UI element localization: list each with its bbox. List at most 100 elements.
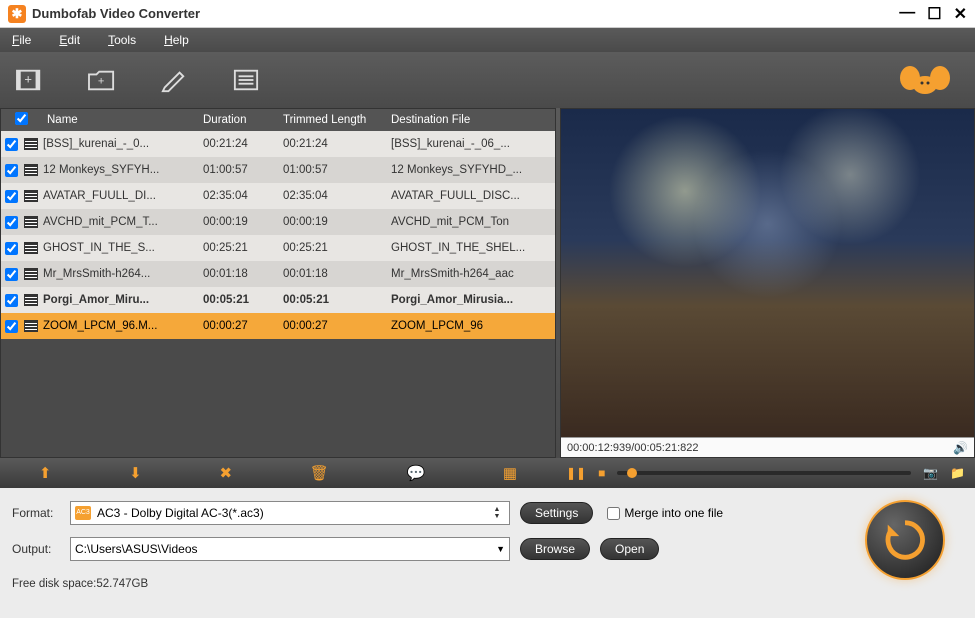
pencil-icon [159, 67, 189, 93]
row-duration: 01:00:57 [199, 164, 279, 176]
pause-button[interactable]: ❚❚ [566, 466, 586, 480]
row-filename: GHOST_IN_THE_S... [41, 242, 199, 254]
preview-panel: 00:00:12:939/00:05:21:822 🔊 [560, 108, 975, 458]
col-duration[interactable]: Duration [199, 114, 279, 126]
row-duration: 00:01:18 [199, 268, 279, 280]
table-row[interactable]: [BSS]_kurenai_-_0...00:21:2400:21:24[BSS… [1, 131, 555, 157]
list-icon [231, 67, 261, 93]
bottom-panel: Format: AC3 AC3 - Dolby Digital AC-3(*.a… [0, 488, 975, 618]
format-combo[interactable]: AC3 AC3 - Dolby Digital AC-3(*.ac3) ▲▼ [70, 501, 510, 525]
snapshot-folder-button[interactable]: 📁 [950, 466, 965, 480]
add-folder-button[interactable]: + [84, 64, 120, 96]
row-filename: AVATAR_FUULL_DI... [41, 190, 199, 202]
col-name[interactable]: Name [41, 114, 199, 126]
clear-button[interactable]: 🗑 [310, 464, 329, 482]
table-row[interactable]: Mr_MrsSmith-h264...00:01:1800:01:18Mr_Mr… [1, 261, 555, 287]
row-checkbox[interactable] [5, 242, 18, 255]
row-checkbox[interactable] [5, 294, 18, 307]
add-file-icon: + [15, 67, 45, 93]
filmstrip-icon [24, 216, 38, 228]
output-dropdown-icon[interactable]: ▼ [496, 544, 505, 554]
move-down-button[interactable]: ⬇ [129, 464, 142, 482]
table-row[interactable]: AVATAR_FUULL_DI...02:35:0402:35:04AVATAR… [1, 183, 555, 209]
row-checkbox[interactable] [5, 190, 18, 203]
output-label: Output: [12, 542, 70, 556]
row-destination: AVATAR_FUULL_DISC... [387, 190, 555, 202]
row-duration: 00:00:27 [199, 320, 279, 332]
row-checkbox[interactable] [5, 164, 18, 177]
convert-button[interactable] [865, 500, 945, 580]
table-row[interactable]: 12 Monkeys_SYFYH...01:00:5701:00:5712 Mo… [1, 157, 555, 183]
file-table: Name Duration Trimmed Length Destination… [0, 108, 556, 458]
titlebar: ✱ Dumbofab Video Converter — ☐ ✕ [0, 0, 975, 28]
col-destination[interactable]: Destination File [387, 114, 555, 126]
filmstrip-icon [24, 320, 38, 332]
format-value: AC3 - Dolby Digital AC-3(*.ac3) [97, 506, 483, 520]
close-button[interactable]: ✕ [954, 4, 967, 24]
open-button[interactable]: Open [600, 538, 659, 560]
row-checkbox[interactable] [5, 320, 18, 333]
stop-button[interactable]: ■ [598, 466, 605, 480]
row-destination: GHOST_IN_THE_SHEL... [387, 242, 555, 254]
row-duration: 02:35:04 [199, 190, 279, 202]
row-duration: 00:00:19 [199, 216, 279, 228]
row-checkbox[interactable] [5, 216, 18, 229]
row-filename: [BSS]_kurenai_-_0... [41, 138, 199, 150]
table-row[interactable]: AVCHD_mit_PCM_T...00:00:1900:00:19AVCHD_… [1, 209, 555, 235]
maximize-button[interactable]: ☐ [927, 4, 941, 24]
row-filename: ZOOM_LPCM_96.M... [41, 320, 199, 332]
row-trimmed: 00:00:27 [279, 320, 387, 332]
row-trimmed: 00:21:24 [279, 138, 387, 150]
row-filename: Porgi_Amor_Miru... [41, 294, 199, 306]
filmstrip-icon [24, 242, 38, 254]
menu-file[interactable]: File [12, 33, 31, 47]
row-trimmed: 00:25:21 [279, 242, 387, 254]
row-destination: ZOOM_LPCM_96 [387, 320, 555, 332]
menubar: File Edit Tools Help [0, 28, 975, 52]
filmstrip-icon [24, 268, 38, 280]
format-spin[interactable]: ▲▼ [489, 506, 505, 520]
split-button[interactable]: ▦ [503, 464, 517, 482]
svg-text:+: + [24, 72, 32, 87]
output-value: C:\Users\ASUS\Videos [75, 542, 490, 556]
browse-button[interactable]: Browse [520, 538, 590, 560]
row-checkbox[interactable] [5, 138, 18, 151]
row-trimmed: 02:35:04 [279, 190, 387, 202]
info-button[interactable]: 💬 [407, 464, 426, 482]
snapshot-button[interactable]: 📷 [923, 466, 938, 480]
row-checkbox[interactable] [5, 268, 18, 281]
minimize-button[interactable]: — [899, 4, 915, 24]
menu-edit[interactable]: Edit [59, 33, 80, 47]
table-row[interactable]: GHOST_IN_THE_S...00:25:2100:25:21GHOST_I… [1, 235, 555, 261]
row-trimmed: 00:00:19 [279, 216, 387, 228]
convert-icon [882, 517, 928, 563]
filmstrip-icon [24, 294, 38, 306]
add-file-button[interactable]: + [12, 64, 48, 96]
preview-video[interactable] [561, 109, 974, 437]
app-logo-icon: ✱ [8, 5, 26, 23]
filmstrip-icon [24, 138, 38, 150]
menu-help[interactable]: Help [164, 33, 189, 47]
col-trimmed[interactable]: Trimmed Length [279, 114, 387, 126]
table-row[interactable]: ZOOM_LPCM_96.M...00:00:2700:00:27ZOOM_LP… [1, 313, 555, 339]
edit-button[interactable] [156, 64, 192, 96]
check-all[interactable] [15, 112, 28, 125]
row-destination: AVCHD_mit_PCM_Ton [387, 216, 555, 228]
row-duration: 00:05:21 [199, 294, 279, 306]
settings-button[interactable]: Settings [520, 502, 593, 524]
remove-button[interactable]: ✖ [219, 464, 232, 482]
merge-checkbox[interactable] [607, 507, 620, 520]
volume-icon[interactable]: 🔊 [953, 441, 968, 455]
table-header: Name Duration Trimmed Length Destination… [1, 109, 555, 131]
table-row[interactable]: Porgi_Amor_Miru...00:05:2100:05:21Porgi_… [1, 287, 555, 313]
filmstrip-icon [24, 164, 38, 176]
row-filename: AVCHD_mit_PCM_T... [41, 216, 199, 228]
add-folder-icon: + [87, 67, 117, 93]
menu-tools[interactable]: Tools [108, 33, 136, 47]
move-up-button[interactable]: ⬆ [39, 464, 52, 482]
row-trimmed: 00:01:18 [279, 268, 387, 280]
output-combo[interactable]: C:\Users\ASUS\Videos ▼ [70, 537, 510, 561]
row-destination: 12 Monkeys_SYFYHD_... [387, 164, 555, 176]
list-button[interactable] [228, 64, 264, 96]
seek-slider[interactable] [617, 471, 911, 475]
